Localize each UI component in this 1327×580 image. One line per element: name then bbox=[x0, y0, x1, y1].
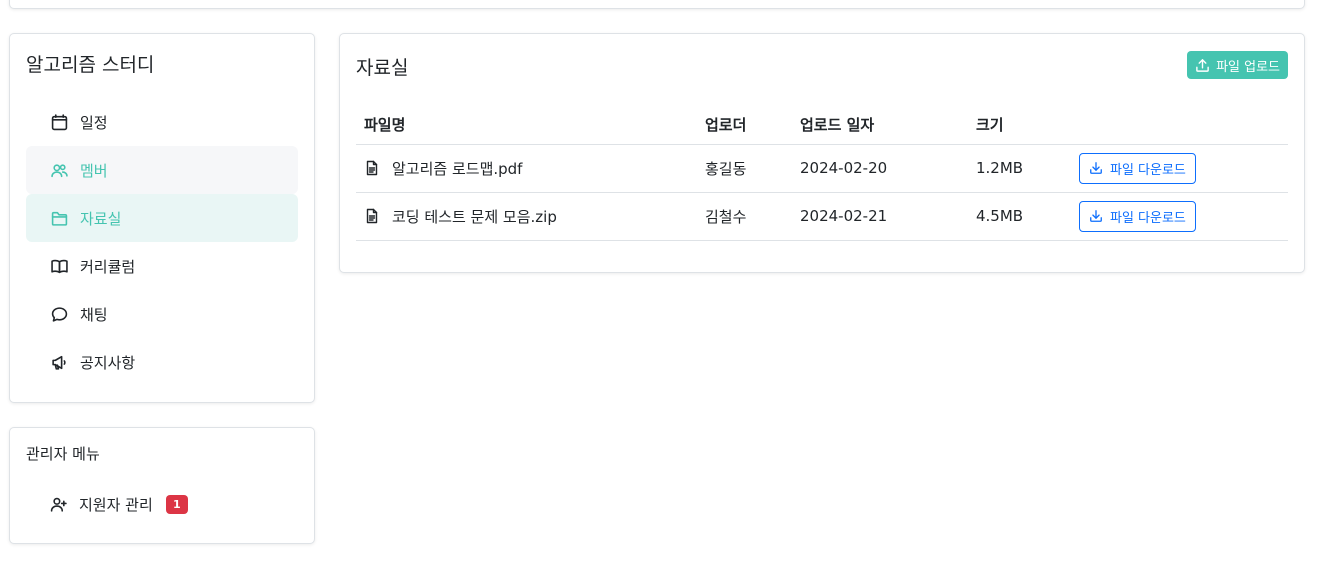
sidebar-item-label: 자료실 bbox=[80, 209, 122, 228]
calendar-icon bbox=[50, 113, 68, 131]
chat-icon bbox=[50, 305, 68, 323]
applicant-management-link[interactable]: 지원자 관리 1 bbox=[50, 492, 188, 516]
study-title: 알고리즘 스터디 bbox=[26, 54, 155, 76]
archive-panel: 자료실 파일 업로드 파일명 업로더 업로드 일자 크기 알고리즘 로드맵.pd… bbox=[339, 33, 1305, 273]
sidebar-item-label: 일정 bbox=[80, 113, 108, 132]
file-upload-button[interactable]: 파일 업로드 bbox=[1187, 51, 1288, 79]
file-name-cell: 알고리즘 로드맵.pdf bbox=[364, 158, 689, 179]
sidebar-nav: 일정 멤버 자료실 커리큘럼 채팅 공지사항 bbox=[26, 98, 298, 386]
sidebar-item-label: 커리큘럼 bbox=[80, 257, 136, 276]
upload-label: 파일 업로드 bbox=[1216, 59, 1280, 75]
sidebar-item-archive[interactable]: 자료실 bbox=[26, 194, 298, 242]
column-header-filename: 파일명 bbox=[356, 106, 697, 145]
size-cell: 4.5MB bbox=[968, 192, 1071, 241]
uploader-cell: 홍길동 bbox=[697, 144, 792, 193]
table-header-row: 파일명 업로더 업로드 일자 크기 bbox=[356, 106, 1288, 145]
book-icon bbox=[50, 257, 68, 275]
file-download-button[interactable]: 파일 다운로드 bbox=[1079, 152, 1196, 184]
file-name: 코딩 테스트 문제 모음.zip bbox=[392, 207, 557, 226]
sidebar-item-label: 채팅 bbox=[80, 305, 108, 324]
applicant-count-badge: 1 bbox=[165, 494, 188, 514]
sidebar-item-chat[interactable]: 채팅 bbox=[26, 290, 298, 338]
file-name: 알고리즘 로드맵.pdf bbox=[392, 159, 523, 178]
sidebar-item-label: 멤버 bbox=[80, 161, 108, 180]
table-row: 코딩 테스트 문제 모음.zip 김철수 2024-02-21 4.5MB 파일… bbox=[356, 192, 1288, 241]
study-sidebar: 알고리즘 스터디 일정 멤버 자료실 커리큘럼 채팅 공지사항 bbox=[9, 33, 315, 403]
folder-icon bbox=[50, 209, 68, 227]
megaphone-icon bbox=[50, 353, 68, 371]
column-header-uploader: 업로더 bbox=[697, 106, 792, 145]
file-text-icon bbox=[364, 160, 380, 176]
user-plus-icon bbox=[50, 495, 68, 513]
sidebar-item-schedule[interactable]: 일정 bbox=[26, 98, 298, 146]
uploader-cell: 김철수 bbox=[697, 192, 792, 241]
file-table: 파일명 업로더 업로드 일자 크기 알고리즘 로드맵.pdf 홍길동 2024-… bbox=[356, 106, 1288, 241]
file-name-cell: 코딩 테스트 문제 모음.zip bbox=[364, 206, 689, 227]
applicant-management-label: 지원자 관리 bbox=[79, 495, 153, 514]
sidebar-item-members[interactable]: 멤버 bbox=[26, 146, 298, 194]
column-header-action bbox=[1071, 106, 1288, 145]
upload-icon bbox=[1195, 58, 1210, 73]
sidebar-item-notice[interactable]: 공지사항 bbox=[26, 338, 298, 386]
sidebar-item-label: 공지사항 bbox=[80, 353, 136, 372]
admin-menu-title: 관리자 메뉴 bbox=[26, 445, 100, 463]
date-cell: 2024-02-21 bbox=[792, 192, 968, 241]
column-header-size: 크기 bbox=[968, 106, 1071, 145]
download-label: 파일 다운로드 bbox=[1110, 210, 1186, 226]
sidebar-item-curriculum[interactable]: 커리큘럼 bbox=[26, 242, 298, 290]
admin-menu: 관리자 메뉴 지원자 관리 1 bbox=[9, 427, 315, 544]
download-label: 파일 다운로드 bbox=[1110, 162, 1186, 178]
size-cell: 1.2MB bbox=[968, 144, 1071, 193]
column-header-date: 업로드 일자 bbox=[792, 106, 968, 145]
page-title: 자료실 bbox=[356, 57, 409, 79]
users-icon bbox=[50, 161, 68, 179]
file-download-button[interactable]: 파일 다운로드 bbox=[1079, 200, 1196, 232]
file-text-icon bbox=[364, 208, 380, 224]
download-icon bbox=[1089, 161, 1103, 175]
download-icon bbox=[1089, 209, 1103, 223]
top-panel bbox=[9, 0, 1305, 9]
table-row: 알고리즘 로드맵.pdf 홍길동 2024-02-20 1.2MB 파일 다운로… bbox=[356, 144, 1288, 193]
date-cell: 2024-02-20 bbox=[792, 144, 968, 193]
